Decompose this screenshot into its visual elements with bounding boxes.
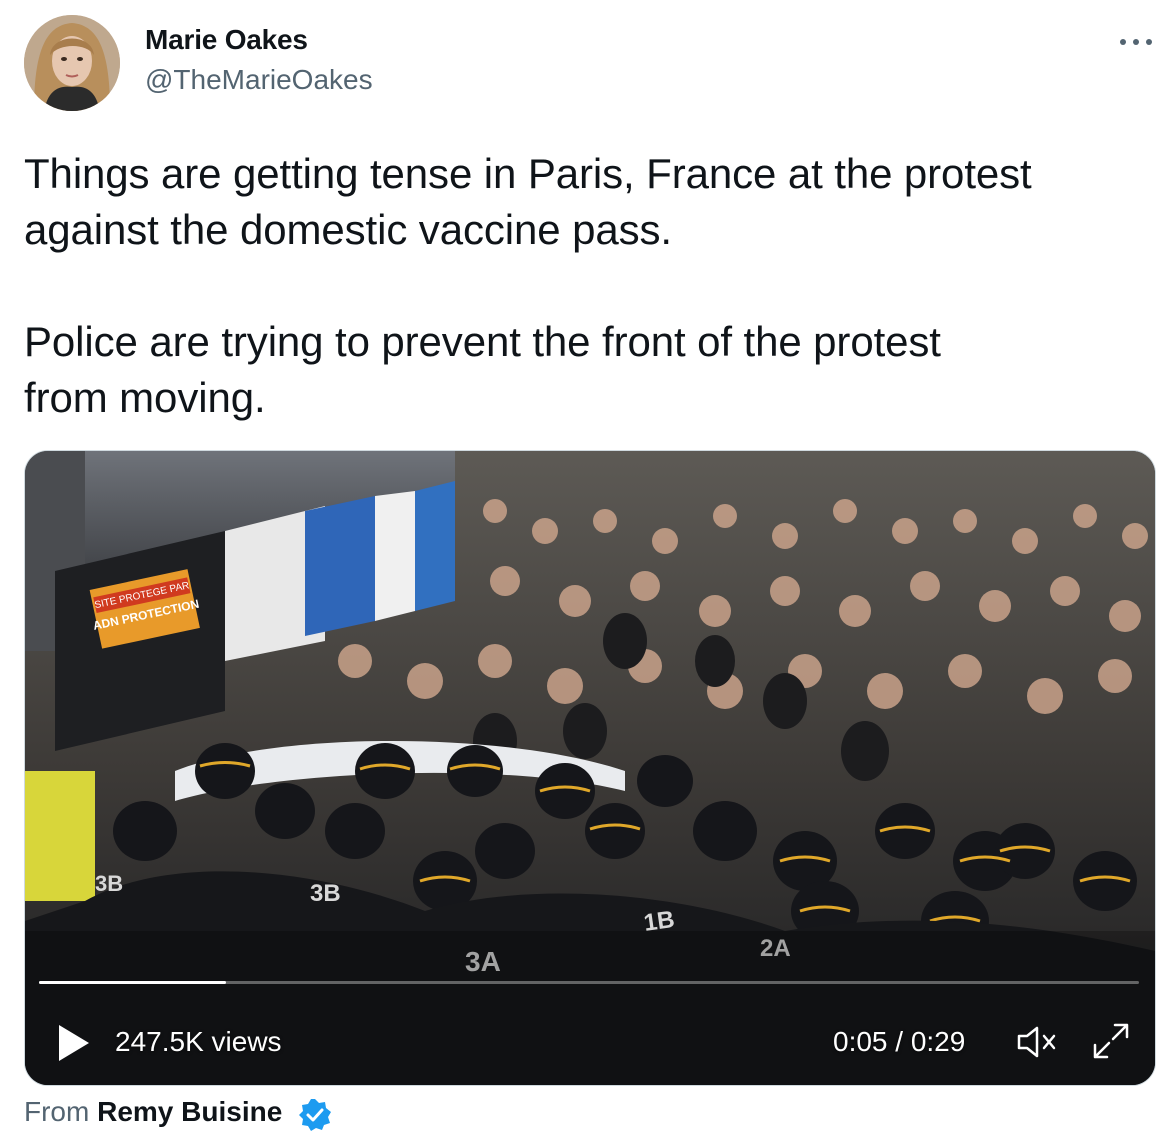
video-frame: SITE PROTEGE PAR ADN PROTECTION 3A 1B 2A… — [25, 451, 1155, 1085]
helmet-label-3b-left: 3B — [95, 871, 123, 896]
from-label: From — [24, 1096, 90, 1127]
helmet-label-3b-mid: 3B — [310, 880, 341, 907]
video-player[interactable]: SITE PROTEGE PAR ADN PROTECTION 3A 1B 2A… — [24, 450, 1156, 1086]
more-icon[interactable] — [1118, 30, 1154, 54]
volume-muted-icon[interactable] — [1015, 1024, 1059, 1060]
author-handle[interactable]: @TheMarieOakes — [145, 64, 373, 96]
video-source: From Remy Buisine — [24, 1096, 282, 1128]
tweet-text: Things are getting tense in Paris, Franc… — [24, 150, 1032, 421]
view-count: 247.5K views — [115, 1026, 282, 1057]
play-icon[interactable] — [55, 1023, 91, 1063]
author-name[interactable]: Marie Oakes — [145, 24, 308, 56]
video-scrubber[interactable] — [39, 981, 1139, 984]
video-time: 0:05 / 0:29 — [833, 1026, 966, 1057]
verified-badge-icon — [298, 1098, 332, 1132]
source-name[interactable]: Remy Buisine — [97, 1096, 282, 1127]
avatar[interactable] — [24, 15, 120, 111]
video-progress-fill — [39, 981, 226, 984]
expand-icon[interactable] — [1089, 1019, 1133, 1063]
